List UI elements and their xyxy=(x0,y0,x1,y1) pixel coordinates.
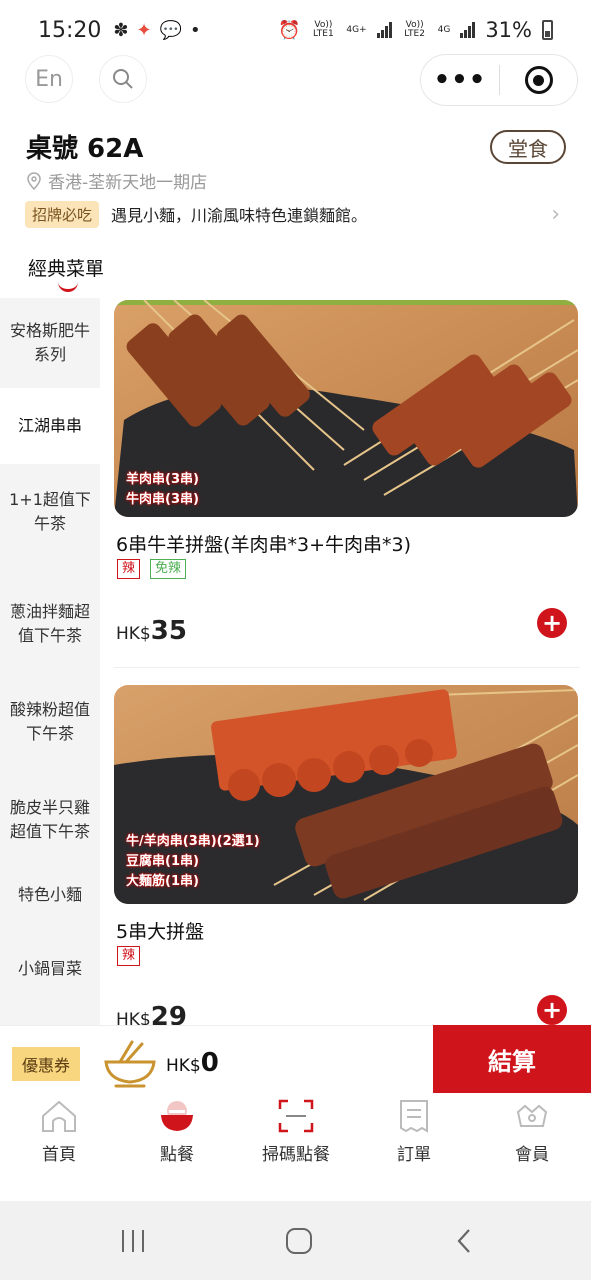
sim1-type: 4G+ xyxy=(346,24,367,35)
signal-icon xyxy=(460,22,476,38)
search-button[interactable] xyxy=(99,55,147,103)
scan-icon xyxy=(276,1096,316,1136)
sidebar-item-angus-beef[interactable]: 安格斯肥牛系列 xyxy=(0,298,100,388)
home-system-icon[interactable] xyxy=(279,1222,319,1260)
checkout-button[interactable]: 結算 xyxy=(433,1025,591,1093)
table-number-title: 桌號 62A xyxy=(26,134,144,164)
sim2-type: 4G xyxy=(437,24,451,35)
store-name: 香港-荃新天地一期店 xyxy=(48,173,208,193)
status-right: ⏰ Vo)) LTE1 4G+ Vo)) LTE2 4G 31% xyxy=(278,18,553,42)
product-title[interactable]: 6串牛羊拼盤(羊肉串*3+牛肉串*3) xyxy=(116,530,411,557)
sidebar-item-tea-set-1plus1[interactable]: 1+1超值下午茶 xyxy=(0,464,100,560)
receipt-icon xyxy=(394,1096,434,1136)
tab-classic-menu[interactable]: 經典菜單 xyxy=(28,254,104,281)
notification-icons: ✽ ✦ 💬 • xyxy=(113,20,200,41)
target-icon xyxy=(524,66,553,94)
nav-scan-order[interactable]: 掃碼點餐 xyxy=(237,1096,355,1165)
rice-bowl-icon xyxy=(157,1096,197,1136)
sidebar-item-label: 蔥油拌麵超值下午茶 xyxy=(9,602,90,645)
alarm-icon: ⏰ xyxy=(277,19,301,41)
chat-icon: 💬 xyxy=(159,19,183,41)
miniprogram-capsule: ••• xyxy=(420,54,578,106)
sidebar-item-label: 安格斯肥牛系列 xyxy=(9,321,90,364)
status-time: 15:20 xyxy=(38,17,102,43)
spicy-tag: 辣 xyxy=(117,559,141,579)
sidebar-item-label: 特色小麵 xyxy=(17,885,82,904)
close-miniprogram-button[interactable] xyxy=(500,66,577,94)
product-image[interactable]: 羊肉串(3串) 牛肉串(3串) xyxy=(114,300,578,517)
sidebar-item-label: 江湖串串 xyxy=(17,416,82,435)
cart-total: HK$ 0 xyxy=(166,1048,219,1078)
price-currency: HK$ xyxy=(116,624,151,644)
spicy-tag: 辣 xyxy=(117,946,141,966)
sidebar-item-signature-noodles[interactable]: 特色小麵 xyxy=(0,870,100,920)
promo-badge: 招牌必吃 xyxy=(25,200,100,228)
plus-icon: + xyxy=(541,996,563,1024)
member-icon xyxy=(512,1096,552,1136)
price-amount: 35 xyxy=(150,616,187,646)
promo-banner[interactable]: 招牌必吃 遇見小麵，川渝風味特色連鎖麵館。 › xyxy=(25,200,560,228)
total-amount: 0 xyxy=(200,1048,219,1078)
search-icon xyxy=(113,69,133,89)
image-label: 羊肉串(3串) xyxy=(126,472,199,487)
nav-label: 訂單 xyxy=(397,1145,431,1165)
pinwheel-icon: ✽ xyxy=(113,19,129,41)
store-location[interactable]: 香港-荃新天地一期店 xyxy=(26,168,207,193)
battery-icon xyxy=(542,20,553,40)
promo-text: 遇見小麵，川渝風味特色連鎖麵館。 xyxy=(111,206,368,225)
bowl-icon[interactable] xyxy=(102,1040,158,1088)
not-spicy-tag: 免辣 xyxy=(150,559,187,579)
dine-in-badge[interactable]: 堂食 xyxy=(490,130,566,164)
sidebar-item-label: 小鍋冒菜 xyxy=(17,959,82,978)
sidebar-item-label: 1+1超值下午茶 xyxy=(9,490,91,533)
nav-label: 會員 xyxy=(515,1145,549,1165)
recent-apps-icon[interactable] xyxy=(113,1222,153,1260)
nav-label: 掃碼點餐 xyxy=(262,1145,330,1165)
image-label: 大麵筋(1串) xyxy=(126,874,199,889)
sidebar-item-crispy-chicken-tea[interactable]: 脆皮半只雞超值下午茶 xyxy=(0,772,100,868)
more-dots-icon[interactable]: ••• xyxy=(421,65,499,95)
signal-icon xyxy=(376,22,392,38)
back-icon[interactable] xyxy=(444,1222,484,1260)
nav-label: 點餐 xyxy=(160,1145,194,1165)
language-label: En xyxy=(35,66,63,92)
category-sidebar: 安格斯肥牛系列 江湖串串 1+1超值下午茶 蔥油拌麵超值下午茶 酸辣粉超值下午茶… xyxy=(0,298,100,1028)
active-tab-indicator xyxy=(58,282,78,292)
sim1-label: Vo)) LTE1 xyxy=(313,20,334,39)
app-screen: 15:20 ✽ ✦ 💬 • ⏰ Vo)) LTE1 4G+ Vo)) LTE2 … xyxy=(0,0,591,1280)
nav-label: 首頁 xyxy=(42,1145,76,1165)
language-button[interactable]: En xyxy=(25,55,73,103)
add-to-cart-button[interactable]: + xyxy=(537,995,567,1025)
sidebar-item-label: 脆皮半只雞超值下午茶 xyxy=(9,798,90,841)
image-label: 牛肉串(3串) xyxy=(126,492,199,507)
sim2-label: Vo)) LTE2 xyxy=(404,20,425,39)
product-image[interactable]: 牛/羊肉串(3串)(2選1) 豆腐串(1串) 大麵筋(1串) xyxy=(114,685,578,904)
dot-icon: • xyxy=(190,19,201,41)
product-divider xyxy=(114,667,580,668)
product-title[interactable]: 5串大拼盤 xyxy=(116,917,204,944)
nav-home[interactable]: 首頁 xyxy=(0,1096,118,1165)
sidebar-item-sour-spicy-tea[interactable]: 酸辣粉超值下午茶 xyxy=(0,674,100,770)
product-price: HK$ 35 xyxy=(116,616,187,646)
nav-order-food[interactable]: 點餐 xyxy=(118,1096,236,1165)
app-color-icon: ✦ xyxy=(136,19,152,41)
coupon-button[interactable]: 優惠券 xyxy=(12,1047,80,1081)
sidebar-item-label: 酸辣粉超值下午茶 xyxy=(9,700,90,743)
home-icon xyxy=(39,1096,79,1136)
nav-member[interactable]: 會員 xyxy=(473,1096,591,1165)
image-label: 豆腐串(1串) xyxy=(126,854,199,869)
plus-icon: + xyxy=(541,609,563,637)
add-to-cart-button[interactable]: + xyxy=(537,608,567,638)
sidebar-item-skewers[interactable]: 江湖串串 xyxy=(0,388,100,464)
status-bar: 15:20 ✽ ✦ 💬 • ⏰ Vo)) LTE1 4G+ Vo)) LTE2 … xyxy=(0,0,591,60)
nav-orders[interactable]: 訂單 xyxy=(355,1096,473,1165)
total-currency: HK$ xyxy=(166,1056,201,1076)
battery-percent: 31% xyxy=(485,18,532,42)
chevron-right-icon: › xyxy=(551,201,560,227)
sidebar-item-scallion-noodle-tea[interactable]: 蔥油拌麵超值下午茶 xyxy=(0,576,100,672)
image-label: 牛/羊肉串(3串)(2選1) xyxy=(126,834,260,849)
sidebar-item-hotpot-maocai[interactable]: 小鍋冒菜 xyxy=(0,944,100,994)
location-pin-icon xyxy=(27,171,41,190)
